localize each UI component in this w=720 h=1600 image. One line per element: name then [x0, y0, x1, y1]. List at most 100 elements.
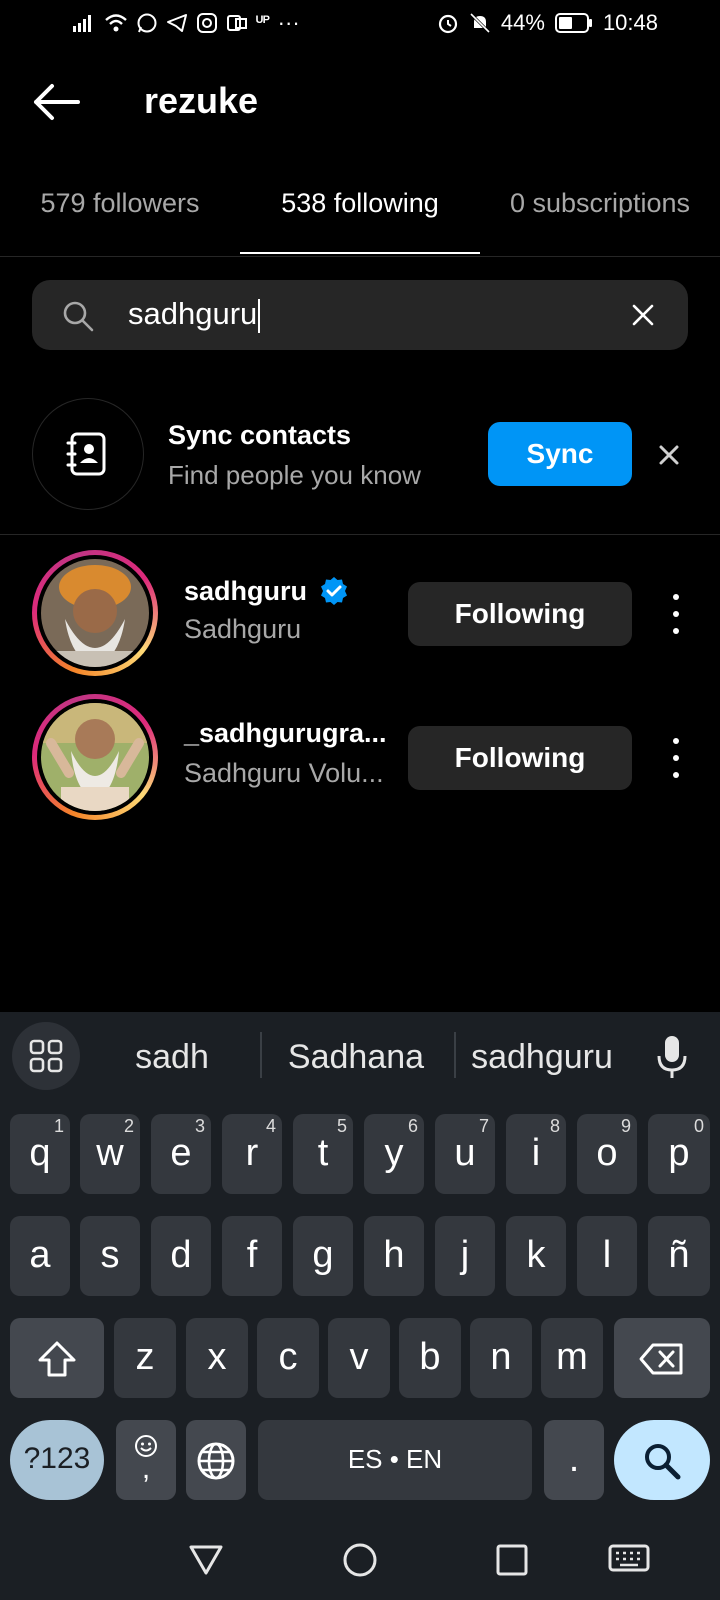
key-m[interactable]: m	[541, 1318, 603, 1398]
status-bar: ᵁᴾ ··· 44% 10:48	[0, 0, 720, 48]
suggestion-divider	[260, 1032, 262, 1078]
key-o[interactable]: o9	[577, 1114, 637, 1194]
section-divider	[0, 534, 720, 535]
more-options-button[interactable]	[666, 594, 686, 634]
battery-icon	[554, 13, 592, 33]
page-title: rezuke	[144, 80, 259, 121]
active-tab-indicator	[240, 252, 480, 254]
dismiss-sync-button[interactable]	[656, 442, 682, 468]
key-b[interactable]: b	[399, 1318, 461, 1398]
suggestion-divider	[454, 1032, 456, 1078]
tab-subscriptions[interactable]: 0 subscriptions	[480, 188, 720, 248]
home-nav-icon[interactable]	[342, 1542, 378, 1578]
space-bar[interactable]: ES • EN	[258, 1420, 532, 1500]
key-h[interactable]: h	[364, 1216, 424, 1296]
tab-followers[interactable]: 579 followers	[0, 188, 240, 248]
voice-input-button[interactable]	[656, 1034, 688, 1080]
key-t[interactable]: t5	[293, 1114, 353, 1194]
key-r[interactable]: r4	[222, 1114, 282, 1194]
sync-button[interactable]: Sync	[488, 422, 632, 486]
upi-icon: ᵁᴾ	[256, 14, 270, 31]
battery-percent: 44%	[500, 10, 545, 35]
search-input[interactable]: sadhguru	[128, 296, 261, 333]
search-key[interactable]	[614, 1420, 710, 1500]
key-v[interactable]: v	[328, 1318, 390, 1398]
outlook-icon	[227, 15, 247, 31]
grid-icon	[29, 1039, 63, 1073]
suggestion-1[interactable]: sadh	[96, 1030, 248, 1090]
recents-nav-icon[interactable]	[496, 1544, 528, 1576]
profile-photo	[41, 559, 149, 667]
tab-following[interactable]: 538 following	[240, 188, 480, 248]
result-full-name: Sadhguru Volu...	[184, 758, 384, 788]
key-z[interactable]: z	[114, 1318, 176, 1398]
key-x[interactable]: x	[186, 1318, 248, 1398]
result-username[interactable]: _sadhgurugra...	[184, 718, 387, 749]
keyboard-menu-button[interactable]	[12, 1022, 80, 1090]
key-w[interactable]: w2	[80, 1114, 140, 1194]
back-nav-icon[interactable]	[188, 1544, 224, 1576]
key-n[interactable]: n	[470, 1318, 532, 1398]
back-arrow-icon	[34, 84, 80, 120]
status-icons-left: ᵁᴾ ···	[72, 10, 300, 36]
key-q[interactable]: q1	[10, 1114, 70, 1194]
back-button[interactable]	[30, 82, 82, 122]
key-f[interactable]: f	[222, 1216, 282, 1296]
avatar[interactable]	[32, 694, 158, 820]
key-y[interactable]: y6	[364, 1114, 424, 1194]
key-d[interactable]: d	[151, 1216, 211, 1296]
key-u[interactable]: u7	[435, 1114, 495, 1194]
result-username[interactable]: sadhguru	[184, 576, 349, 607]
status-icons-right: 44% 10:48	[437, 10, 658, 36]
suggestion-3[interactable]: sadhguru	[460, 1030, 624, 1090]
suggestion-2[interactable]: Sadhana	[266, 1030, 446, 1090]
symbols-key[interactable]: ?123	[10, 1420, 104, 1500]
shift-arrow-icon	[38, 1341, 76, 1377]
contacts-book-avatar	[32, 398, 144, 510]
key-e[interactable]: e3	[151, 1114, 211, 1194]
text-caret	[258, 298, 261, 333]
following-button[interactable]: Following	[408, 582, 632, 646]
sync-contacts-subtitle: Find people you know	[168, 460, 421, 490]
emoji-comma-key[interactable]: ,	[116, 1420, 176, 1500]
alarm-icon	[438, 14, 457, 34]
verified-badge-icon	[320, 577, 347, 605]
close-icon	[659, 445, 679, 465]
backspace-key[interactable]	[614, 1318, 710, 1398]
key-n-tilde[interactable]: ñ	[648, 1216, 710, 1296]
key-a[interactable]: a	[10, 1216, 70, 1296]
following-button[interactable]: Following	[408, 726, 632, 790]
search-bar[interactable]: sadhguru	[32, 280, 688, 350]
profile-photo	[41, 703, 149, 811]
keyboard-toggle-icon[interactable]	[608, 1544, 650, 1576]
microphone-icon	[657, 1036, 687, 1078]
tab-divider	[0, 256, 720, 257]
key-k[interactable]: k	[506, 1216, 566, 1296]
shift-key[interactable]	[10, 1318, 104, 1398]
clear-search-button[interactable]	[628, 300, 658, 330]
navigation-bar	[0, 1500, 720, 1600]
mute-bell-icon	[469, 12, 490, 34]
key-s[interactable]: s	[80, 1216, 140, 1296]
period-key[interactable]: .	[544, 1420, 604, 1500]
more-notifications-icon: ···	[277, 10, 300, 35]
key-c[interactable]: c	[257, 1318, 319, 1398]
key-g[interactable]: g	[293, 1216, 353, 1296]
backspace-icon	[639, 1343, 683, 1375]
wifi-icon	[105, 14, 127, 32]
signal-icon	[73, 15, 91, 32]
globe-icon	[197, 1442, 235, 1480]
contacts-book-icon	[66, 432, 106, 476]
key-i[interactable]: i8	[506, 1114, 566, 1194]
close-icon	[632, 304, 654, 326]
whatsapp-icon	[137, 13, 157, 33]
language-key[interactable]	[186, 1420, 246, 1500]
more-options-button[interactable]	[666, 738, 686, 778]
sync-contacts-title: Sync contacts	[168, 420, 352, 450]
key-l[interactable]: l	[577, 1216, 637, 1296]
telegram-icon	[167, 14, 187, 32]
instagram-icon	[197, 13, 217, 33]
avatar[interactable]	[32, 550, 158, 676]
key-j[interactable]: j	[435, 1216, 495, 1296]
key-p[interactable]: p0	[648, 1114, 710, 1194]
